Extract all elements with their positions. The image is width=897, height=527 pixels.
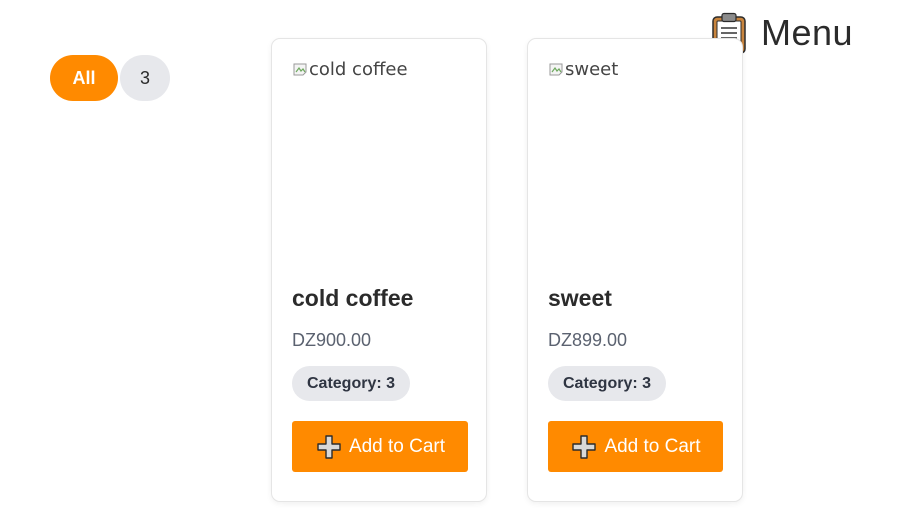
filter-chip-all[interactable]: All (50, 55, 118, 101)
product-image: cold coffee (292, 59, 468, 259)
image-alt-text: cold coffee (309, 59, 408, 80)
menu-title: Menu (761, 12, 854, 53)
add-to-cart-label: Add to Cart (348, 435, 446, 457)
plus-icon (572, 434, 597, 459)
product-price: DZ900.00 (292, 330, 372, 350)
product-price: DZ899.00 (548, 330, 628, 350)
product-image: sweet (548, 59, 724, 259)
product-name: cold coffee (292, 285, 414, 311)
add-to-cart-button[interactable]: Add to Cart (292, 421, 468, 472)
category-badge: Category: 3 (548, 366, 667, 401)
category-filters: All 3 (50, 55, 170, 101)
image-alt-text: sweet (565, 59, 619, 80)
broken-image-icon (548, 62, 564, 78)
menu-page: Menu All 3 cold coffee cold coffee DZ900… (0, 0, 897, 527)
filter-chip-3[interactable]: 3 (120, 55, 170, 101)
product-card: cold coffee cold coffee DZ900.00 Categor… (271, 38, 487, 502)
broken-image-icon (292, 62, 308, 78)
broken-image: cold coffee (292, 59, 408, 80)
add-to-cart-button[interactable]: Add to Cart (548, 421, 723, 472)
plus-icon (317, 434, 341, 459)
broken-image: sweet (548, 59, 618, 80)
add-to-cart-label: Add to Cart (604, 435, 701, 457)
product-card: sweet sweet DZ899.00 Category: 3 Add to … (527, 38, 743, 502)
product-name: sweet (548, 285, 612, 311)
category-badge: Category: 3 (292, 366, 411, 401)
